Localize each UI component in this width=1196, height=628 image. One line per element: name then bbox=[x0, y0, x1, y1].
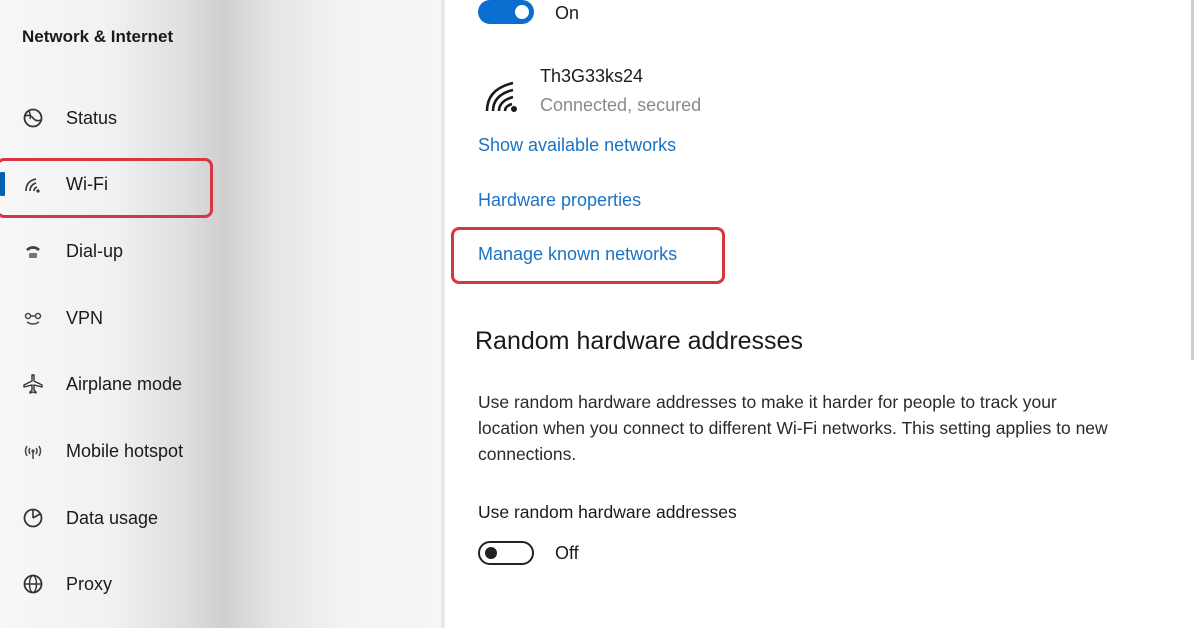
vpn-icon bbox=[20, 305, 46, 331]
sidebar-item-vpn[interactable]: VPN bbox=[0, 298, 445, 338]
sidebar: Network & Internet Status Wi-Fi Dial-up … bbox=[0, 0, 445, 628]
sidebar-item-label: Proxy bbox=[66, 573, 113, 594]
selection-indicator bbox=[0, 172, 5, 196]
toggle-knob bbox=[485, 547, 497, 559]
hotspot-icon bbox=[20, 438, 46, 464]
globe-icon bbox=[20, 571, 46, 597]
random-hardware-description: Use random hardware addresses to make it… bbox=[478, 392, 1108, 464]
sidebar-item-label: Dial-up bbox=[66, 240, 124, 261]
sidebar-item-label: Wi-Fi bbox=[66, 173, 108, 194]
sidebar-item-dial-up[interactable]: Dial-up bbox=[0, 231, 445, 271]
toggle-knob bbox=[515, 5, 529, 19]
random-hardware-addresses-heading: Random hardware addresses bbox=[475, 327, 803, 355]
sidebar-item-wifi[interactable]: Wi-Fi bbox=[0, 164, 445, 204]
random-hardware-toggle[interactable] bbox=[478, 541, 534, 565]
network-status: Connected, secured bbox=[540, 95, 702, 115]
sidebar-item-status[interactable]: Status bbox=[0, 98, 445, 138]
scrollbar[interactable] bbox=[1191, 0, 1194, 360]
wifi-toggle-state: On bbox=[555, 3, 580, 23]
sidebar-item-label: Data usage bbox=[66, 507, 159, 528]
airplane-icon bbox=[20, 371, 46, 397]
sidebar-item-label: Mobile hotspot bbox=[66, 440, 184, 461]
manage-known-networks-link[interactable]: Manage known networks bbox=[478, 244, 677, 265]
sidebar-item-label: Status bbox=[66, 107, 118, 128]
random-hardware-setting-label: Use random hardware addresses bbox=[478, 502, 737, 522]
wifi-icon bbox=[20, 171, 46, 197]
sidebar-title: Network & Internet bbox=[22, 27, 174, 46]
hardware-properties-link[interactable]: Hardware properties bbox=[478, 190, 641, 211]
globe-icon bbox=[20, 105, 46, 131]
wifi-signal-icon bbox=[483, 75, 523, 115]
sidebar-item-label: VPN bbox=[66, 307, 104, 328]
random-hardware-toggle-state: Off bbox=[555, 543, 579, 563]
network-name[interactable]: Th3G33ks24 bbox=[540, 66, 643, 87]
sidebar-item-data-usage[interactable]: Data usage bbox=[0, 498, 445, 538]
data-usage-icon bbox=[20, 505, 46, 531]
show-available-networks-link[interactable]: Show available networks bbox=[478, 135, 676, 156]
sidebar-item-airplane-mode[interactable]: Airplane mode bbox=[0, 364, 445, 404]
sidebar-item-proxy[interactable]: Proxy bbox=[0, 564, 445, 604]
sidebar-item-label: Airplane mode bbox=[66, 373, 183, 394]
sidebar-item-mobile-hotspot[interactable]: Mobile hotspot bbox=[0, 431, 445, 471]
wifi-settings-panel: On Th3G33ks24 Connected, secured Show av… bbox=[445, 0, 1196, 628]
phone-icon bbox=[20, 238, 46, 264]
wifi-toggle[interactable] bbox=[478, 0, 534, 24]
